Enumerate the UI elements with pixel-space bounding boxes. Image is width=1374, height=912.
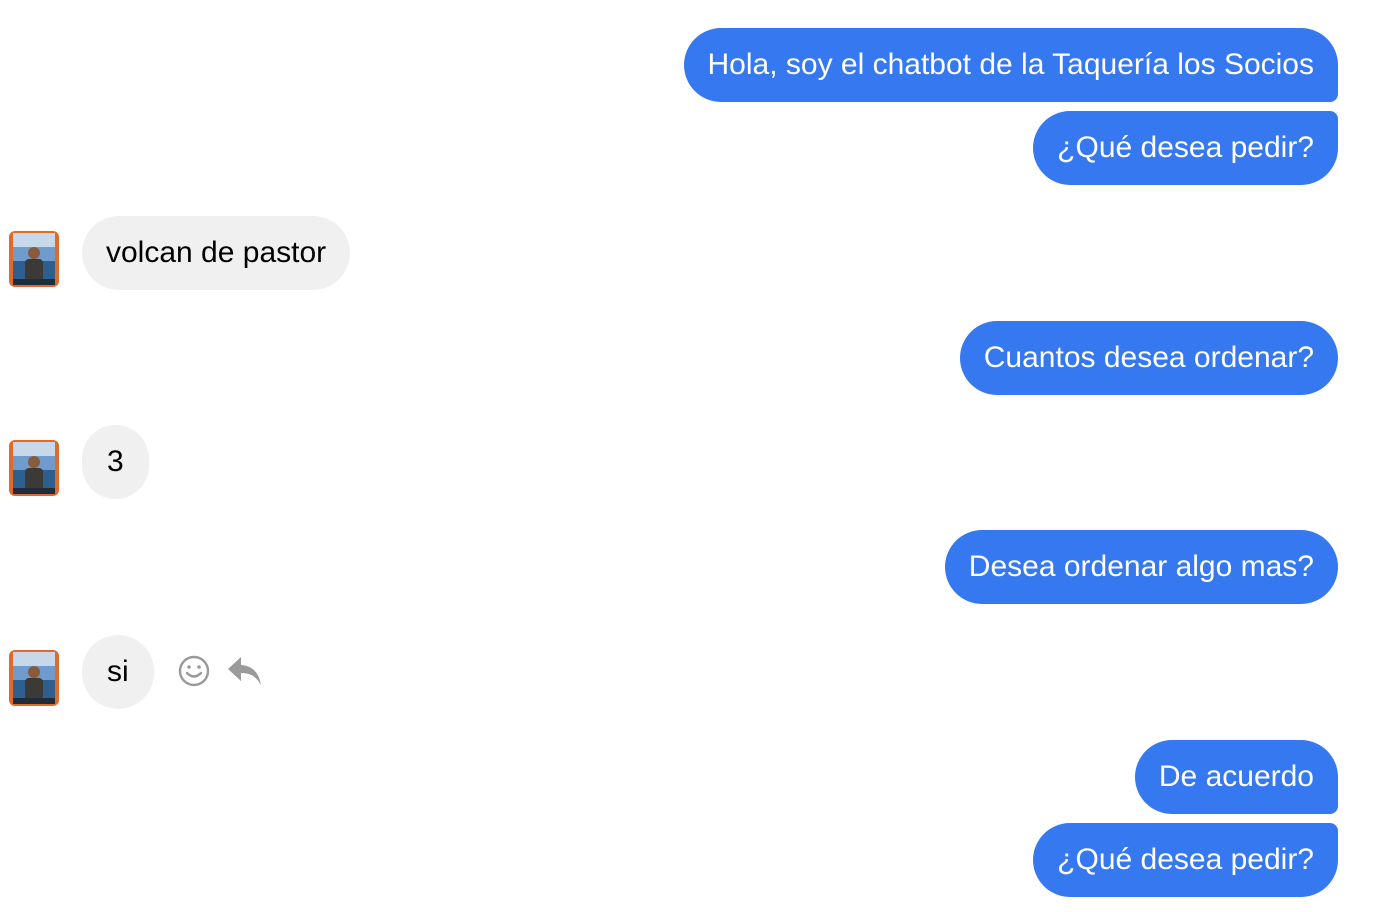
message-actions: [176, 653, 264, 689]
user-message-bubble[interactable]: si: [82, 635, 154, 709]
message-bot: Cuantos desea ordenar?: [959, 321, 1338, 395]
avatar-photo-icon: [9, 440, 59, 496]
message-bot: ¿Qué desea pedir?: [1033, 111, 1338, 185]
bot-message-bubble[interactable]: Cuantos desea ordenar?: [959, 321, 1338, 395]
bot-message-bubble[interactable]: ¿Qué desea pedir?: [1033, 111, 1338, 185]
message-bot: Hola, soy el chatbot de la Taquería los …: [683, 28, 1338, 102]
user-avatar[interactable]: [9, 650, 59, 706]
reply-arrow-icon[interactable]: [226, 653, 264, 689]
avatar-photo-icon: [9, 650, 59, 706]
bot-message-bubble[interactable]: Hola, soy el chatbot de la Taquería los …: [683, 28, 1338, 102]
bot-message-bubble[interactable]: Desea ordenar algo mas?: [944, 530, 1338, 604]
message-bot: De acuerdo: [1134, 740, 1338, 814]
bot-message-bubble[interactable]: De acuerdo: [1134, 740, 1338, 814]
message-user: si: [82, 635, 154, 709]
message-bot: ¿Qué desea pedir?: [1033, 823, 1338, 897]
user-avatar[interactable]: [9, 440, 59, 496]
user-avatar[interactable]: [9, 231, 59, 287]
user-message-bubble[interactable]: 3: [82, 425, 149, 499]
message-bot: Desea ordenar algo mas?: [944, 530, 1338, 604]
smiley-react-icon[interactable]: [176, 653, 212, 689]
user-message-bubble[interactable]: volcan de pastor: [82, 216, 351, 290]
chat-thread: Hola, soy el chatbot de la Taquería los …: [0, 0, 1374, 912]
message-user: 3: [82, 425, 149, 499]
message-user: volcan de pastor: [82, 216, 351, 290]
avatar-photo-icon: [9, 231, 59, 287]
bot-message-bubble[interactable]: ¿Qué desea pedir?: [1033, 823, 1338, 897]
